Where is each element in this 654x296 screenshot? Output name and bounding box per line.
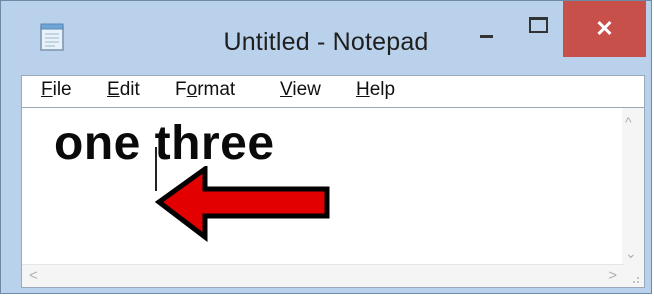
scroll-left-icon[interactable]: <: [29, 267, 38, 284]
resize-grip-icon[interactable]: [622, 265, 644, 287]
horizontal-scrollbar[interactable]: < >: [22, 264, 624, 287]
menu-edit[interactable]: Edit: [107, 79, 140, 101]
close-icon: ✕: [595, 16, 614, 41]
menu-help[interactable]: Help: [356, 79, 395, 101]
menu-view[interactable]: View: [280, 79, 321, 101]
menu-file[interactable]: File: [41, 79, 72, 101]
scroll-up-icon[interactable]: ^: [625, 114, 632, 130]
maximize-button[interactable]: [512, 4, 562, 52]
scroll-down-icon[interactable]: ⌄: [625, 245, 637, 262]
close-button[interactable]: ✕: [563, 1, 646, 57]
scroll-right-icon[interactable]: >: [608, 267, 617, 284]
text-editor[interactable]: one three ^ ⌄ < >: [21, 107, 645, 288]
title-bar[interactable]: Untitled - Notepad ✕: [1, 1, 651, 79]
menu-bar: File Edit Format View Help: [21, 75, 645, 107]
menu-format[interactable]: Format: [175, 79, 235, 101]
vertical-scrollbar[interactable]: ^ ⌄: [622, 108, 644, 266]
red-arrow-icon: [155, 166, 330, 242]
minimize-button[interactable]: [460, 4, 510, 52]
editor-text: one three: [54, 117, 275, 170]
notepad-window: Untitled - Notepad ✕ File Edit Format Vi…: [0, 0, 652, 294]
